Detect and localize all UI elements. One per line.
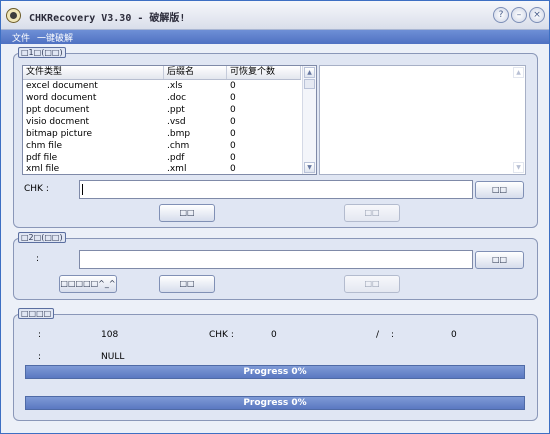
- title-bar[interactable]: CHKRecovery V3.30 - 破解版! ? – ×: [1, 1, 549, 30]
- help-button[interactable]: ?: [493, 7, 509, 23]
- output-label: :: [36, 254, 40, 264]
- cell-extension: .doc: [167, 93, 187, 103]
- scroll-up-icon[interactable]: ▲: [513, 67, 524, 78]
- status-slash: /: [376, 330, 380, 340]
- cell-extension: .xls: [167, 81, 183, 91]
- cell-count: 0: [230, 117, 236, 127]
- cell-extension: .vsd: [167, 117, 186, 127]
- cell-file-type: bitmap picture: [26, 129, 93, 139]
- status-label-a: :: [38, 330, 42, 340]
- list-header: 文件类型 后缀名 可恢复个数: [23, 66, 301, 80]
- list-item[interactable]: ppt document .ppt 0: [23, 105, 301, 116]
- cell-count: 0: [230, 153, 236, 163]
- cell-file-type: pdf file: [26, 153, 58, 163]
- file-type-list[interactable]: 文件类型 后缀名 可恢复个数 excel document .xls 0 wor…: [22, 65, 317, 175]
- cell-extension: .ppt: [167, 105, 185, 115]
- cell-file-type: word document: [26, 93, 97, 103]
- browse-chk-button[interactable]: □□: [475, 181, 524, 199]
- group-step1-label: □1□(□□): [18, 47, 66, 58]
- list-item[interactable]: visio docment .vsd 0: [23, 117, 301, 128]
- chk-label: CHK :: [24, 184, 49, 194]
- cell-count: 0: [230, 93, 236, 103]
- progress-2-text: Progress 0%: [243, 398, 307, 408]
- scroll-down-icon[interactable]: ▼: [304, 162, 315, 173]
- cell-count: 0: [230, 129, 236, 139]
- list-scrollbar[interactable]: ▲ ▼: [302, 66, 316, 174]
- text-caret: [82, 184, 83, 195]
- cell-file-type: visio docment: [26, 117, 90, 127]
- chk-path-input[interactable]: [79, 180, 473, 199]
- list-item[interactable]: xml file .xml 0: [23, 164, 301, 174]
- group-step2-label: □2□(□□): [18, 232, 66, 243]
- list-item[interactable]: bitmap picture .bmp 0: [23, 129, 301, 140]
- column-header-recoverable-count[interactable]: 可恢复个数: [227, 66, 301, 79]
- menu-bar: 文件 一键破解: [1, 30, 549, 44]
- cell-count: 0: [230, 105, 236, 115]
- group-status-label: □□□□: [18, 308, 55, 319]
- list-item[interactable]: chm file .chm 0: [23, 141, 301, 152]
- cell-extension: .chm: [167, 141, 190, 151]
- cell-extension: .pdf: [167, 153, 185, 163]
- status-chk-value: 0: [271, 330, 277, 340]
- browse-output-button[interactable]: □□: [475, 251, 524, 269]
- cell-file-type: xml file: [26, 164, 60, 174]
- menu-one-click-crack[interactable]: 一键破解: [37, 31, 73, 44]
- column-header-extension[interactable]: 后缀名: [164, 66, 227, 79]
- status-value-b: NULL: [101, 352, 125, 362]
- cell-count: 0: [230, 81, 236, 91]
- scroll-up-icon[interactable]: ▲: [304, 67, 315, 78]
- window-title: CHKRecovery V3.30 - 破解版!: [29, 13, 186, 24]
- open-folder-button[interactable]: □□□□□^_^: [59, 275, 117, 293]
- scan-button[interactable]: □□: [159, 204, 215, 222]
- minimize-button[interactable]: –: [511, 7, 527, 23]
- status-value-c: 0: [451, 330, 457, 340]
- progress-bar-2: Progress 0%: [25, 396, 525, 410]
- list-item[interactable]: pdf file .pdf 0: [23, 153, 301, 164]
- cell-file-type: excel document: [26, 81, 98, 91]
- cell-extension: .xml: [167, 164, 187, 174]
- status-chk-label: CHK :: [209, 330, 234, 340]
- info-panel: ▲ ▼: [319, 65, 526, 175]
- list-item[interactable]: excel document .xls 0: [23, 81, 301, 92]
- list-item[interactable]: word document .doc 0: [23, 93, 301, 104]
- status-value-a: 108: [101, 330, 119, 340]
- status-colon: :: [391, 330, 395, 340]
- cell-file-type: chm file: [26, 141, 62, 151]
- stop-button[interactable]: □□: [344, 204, 400, 222]
- output-path-input[interactable]: [79, 250, 473, 269]
- cancel-button[interactable]: □□: [344, 275, 400, 293]
- recover-button[interactable]: □□: [159, 275, 215, 293]
- app-window: CHKRecovery V3.30 - 破解版! ? – × 文件 一键破解 □…: [0, 0, 550, 434]
- cell-file-type: ppt document: [26, 105, 90, 115]
- status-label-b: :: [38, 352, 42, 362]
- cell-extension: .bmp: [167, 129, 191, 139]
- menu-file[interactable]: 文件: [12, 31, 30, 44]
- info-scrollbar[interactable]: ▲ ▼: [512, 66, 525, 174]
- scroll-down-icon[interactable]: ▼: [513, 162, 524, 173]
- cell-count: 0: [230, 164, 236, 174]
- cell-count: 0: [230, 141, 236, 151]
- app-logo-icon: [6, 8, 21, 23]
- close-button[interactable]: ×: [529, 7, 545, 23]
- progress-bar-1: Progress 0%: [25, 365, 525, 379]
- column-header-file-type[interactable]: 文件类型: [23, 66, 164, 79]
- scroll-thumb[interactable]: [304, 79, 315, 89]
- progress-1-text: Progress 0%: [243, 367, 307, 377]
